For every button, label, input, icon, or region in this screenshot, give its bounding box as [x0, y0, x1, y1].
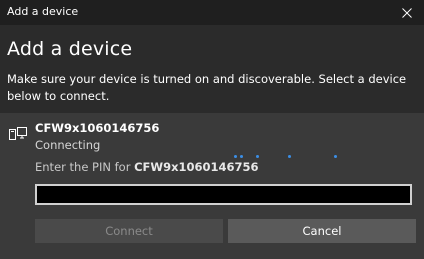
- pin-input[interactable]: [35, 184, 412, 205]
- progress-dot: [288, 155, 291, 158]
- cancel-button[interactable]: Cancel: [228, 219, 416, 243]
- progress-dot: [256, 155, 259, 158]
- window-title: Add a device: [7, 5, 79, 18]
- pin-prompt-prefix: Enter the PIN for: [35, 160, 135, 174]
- pin-prompt: Enter the PIN for CFW9x1060146756: [35, 160, 259, 174]
- computer-device-icon: [9, 127, 27, 140]
- cancel-button-label: Cancel: [302, 224, 342, 238]
- page-title: Add a device: [7, 38, 133, 60]
- pin-prompt-device-name: CFW9x1060146756: [134, 160, 259, 174]
- connect-button-label: Connect: [105, 224, 153, 238]
- device-status: Connecting: [35, 138, 101, 152]
- device-list-item[interactable]: CFW9x1060146756 Connecting Enter the PIN…: [0, 113, 424, 259]
- progress-dot: [234, 155, 237, 158]
- title-bar: Add a device: [0, 0, 424, 25]
- add-device-window: Add a device Add a device Make sure your…: [0, 0, 424, 259]
- instructions-text: Make sure your device is turned on and d…: [7, 72, 407, 103]
- close-icon: [402, 7, 412, 18]
- progress-dot: [240, 155, 243, 158]
- progress-dot: [334, 155, 337, 158]
- connect-button[interactable]: Connect: [35, 219, 223, 243]
- device-name: CFW9x1060146756: [35, 121, 160, 135]
- close-button[interactable]: [390, 0, 424, 25]
